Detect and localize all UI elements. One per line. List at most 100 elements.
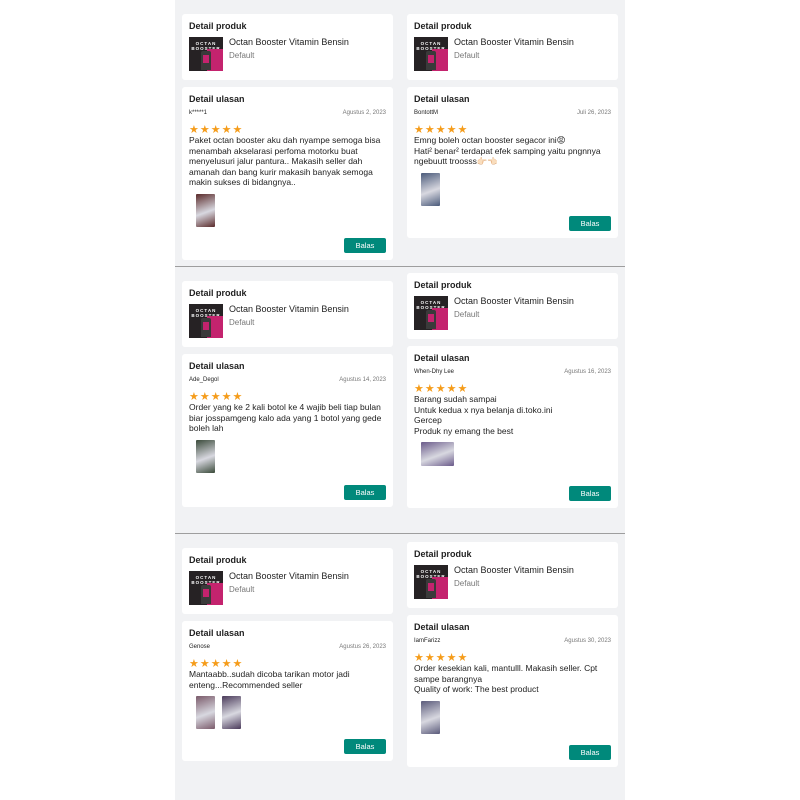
rating-stars: ★★★★★ <box>414 648 611 664</box>
product-thumbnail[interactable]: OCTAN BOOSTER <box>189 37 223 71</box>
product-info: Octan Booster Vitamin Bensin Default <box>454 296 574 319</box>
review-photo[interactable] <box>421 442 454 466</box>
product-name: Octan Booster Vitamin Bensin <box>229 304 349 314</box>
product-detail-card: Detail produk OCTAN BOOSTER Octan Booster … <box>182 14 393 80</box>
review-text: Barang sudah sampai Untuk kedua x nya be… <box>414 394 553 436</box>
review-text: Order kesekian kali, mantulll. Makasih s… <box>414 663 598 694</box>
bottle-icon <box>426 579 436 598</box>
review-header: Genose Agustus 26, 2023 <box>189 644 386 650</box>
section-divider <box>175 266 625 267</box>
bottle-icon <box>201 318 211 337</box>
review-photo[interactable] <box>196 439 215 473</box>
review-section-title: Detail ulasan <box>414 622 470 632</box>
reviewer-name: IamFarizz <box>414 638 441 644</box>
product-info: Octan Booster Vitamin Bensin Default <box>229 304 349 327</box>
review-header: Ade_Degol Agustus 14, 2023 <box>189 377 386 383</box>
review-photos <box>189 439 386 473</box>
review-date: Juli 26, 2023 <box>576 110 611 116</box>
reviewer-name: k*****1 <box>189 110 208 116</box>
product-thumbnail[interactable]: OCTAN BOOSTER <box>189 304 223 338</box>
review-text: Mantaabb..sudah dicoba tarikan motor jad… <box>189 669 350 690</box>
product-variant: Default <box>229 585 255 594</box>
review-detail-card: Detail ulasan IamFarizz Agustus 30, 2023 ★★… <box>407 615 618 767</box>
product-section-title: Detail produk <box>414 549 472 559</box>
product-info: Octan Booster Vitamin Bensin Default <box>229 37 349 60</box>
product-section-title: Detail produk <box>189 288 247 298</box>
product-thumbnail[interactable]: OCTAN BOOSTER <box>189 571 223 605</box>
product-detail-card: Detail produk OCTAN BOOSTER Octan Booster … <box>182 548 393 614</box>
review-detail-card: Detail ulasan Ade_Degol Agustus 14, 2023 ★★… <box>182 354 393 507</box>
product-thumbnail[interactable]: OCTAN BOOSTER <box>414 296 448 330</box>
bottle-icon <box>201 585 211 604</box>
rating-stars: ★★★★★ <box>414 120 611 136</box>
reply-button[interactable]: Balas <box>344 485 386 500</box>
product-info: Octan Booster Vitamin Bensin Default <box>229 571 349 594</box>
reviewer-name: Genose <box>189 644 211 650</box>
review-photos <box>414 172 611 206</box>
product-row[interactable]: OCTAN BOOSTER Octan Booster Vitamin Bensi… <box>189 571 386 605</box>
product-section-title: Detail produk <box>414 21 472 31</box>
rating-stars: ★★★★★ <box>414 379 611 395</box>
review-section-title: Detail ulasan <box>414 94 470 104</box>
product-row[interactable]: OCTAN BOOSTER Octan Booster Vitamin Bensi… <box>189 37 386 71</box>
review-date: Agustus 2, 2023 <box>342 110 386 116</box>
product-row[interactable]: OCTAN BOOSTER Octan Booster Vitamin Bensi… <box>189 304 386 338</box>
product-row[interactable]: OCTAN BOOSTER Octan Booster Vitamin Bensi… <box>414 37 611 71</box>
product-name: Octan Booster Vitamin Bensin <box>454 565 574 575</box>
review-header: When-Dhy Lee Agustus 16, 2023 <box>414 369 611 375</box>
review-text: Paket octan booster aku dah nyampe semog… <box>189 135 381 187</box>
reply-button[interactable]: Balas <box>569 216 611 231</box>
bottle-icon <box>426 51 436 70</box>
review-header: BontottM Juli 26, 2023 <box>414 110 611 116</box>
review-section-title: Detail ulasan <box>189 361 245 371</box>
review-date: Agustus 30, 2023 <box>564 638 611 644</box>
product-name: Octan Booster Vitamin Bensin <box>229 37 349 47</box>
rating-stars: ★★★★★ <box>189 120 386 136</box>
product-thumbnail[interactable]: OCTAN BOOSTER <box>414 565 448 599</box>
review-photos <box>189 696 386 729</box>
review-photo[interactable] <box>421 172 440 206</box>
product-detail-card: Detail produk OCTAN BOOSTER Octan Booster … <box>407 273 618 339</box>
product-info: Octan Booster Vitamin Bensin Default <box>454 37 574 60</box>
product-detail-card: Detail produk OCTAN BOOSTER Octan Booster … <box>182 281 393 347</box>
reply-button[interactable]: Balas <box>344 739 386 754</box>
reviewer-name: BontottM <box>414 110 439 116</box>
product-section-title: Detail produk <box>189 21 247 31</box>
reply-button[interactable]: Balas <box>569 745 611 760</box>
review-detail-card: Detail ulasan k*****1 Agustus 2, 2023 ★★★★★… <box>182 87 393 260</box>
rating-stars: ★★★★★ <box>189 387 386 403</box>
review-photo[interactable] <box>196 193 215 227</box>
product-thumbnail[interactable]: OCTAN BOOSTER <box>414 37 448 71</box>
product-detail-card: Detail produk OCTAN BOOSTER Octan Booster … <box>407 14 618 80</box>
review-detail-card: Detail ulasan Genose Agustus 26, 2023 ★★★★★… <box>182 621 393 761</box>
reply-button[interactable]: Balas <box>569 486 611 501</box>
review-photos <box>414 442 611 466</box>
product-section-title: Detail produk <box>414 280 472 290</box>
product-variant: Default <box>454 310 480 319</box>
product-name: Octan Booster Vitamin Bensin <box>229 571 349 581</box>
review-section-title: Detail ulasan <box>414 353 470 363</box>
reviewer-name: Ade_Degol <box>189 377 219 383</box>
review-header: k*****1 Agustus 2, 2023 <box>189 110 386 116</box>
product-info: Octan Booster Vitamin Bensin Default <box>454 565 574 588</box>
product-variant: Default <box>229 318 255 327</box>
product-variant: Default <box>454 51 480 60</box>
review-text: Order yang ke 2 kali botol ke 4 wajib be… <box>189 402 382 433</box>
bottle-icon <box>201 51 211 70</box>
review-photo[interactable] <box>421 700 440 734</box>
product-variant: Default <box>229 51 255 60</box>
review-photos <box>189 193 386 227</box>
section-divider <box>175 533 625 534</box>
review-section-title: Detail ulasan <box>189 94 245 104</box>
product-row[interactable]: OCTAN BOOSTER Octan Booster Vitamin Bensi… <box>414 296 611 330</box>
reply-button[interactable]: Balas <box>344 238 386 253</box>
product-variant: Default <box>454 579 480 588</box>
product-row[interactable]: OCTAN BOOSTER Octan Booster Vitamin Bensi… <box>414 565 611 599</box>
review-date: Agustus 26, 2023 <box>339 644 386 650</box>
review-photo[interactable] <box>222 696 241 729</box>
review-date: Agustus 16, 2023 <box>564 369 611 375</box>
review-photos <box>414 700 611 734</box>
review-detail-card: Detail ulasan When-Dhy Lee Agustus 16, 202… <box>407 346 618 508</box>
bottle-icon <box>426 310 436 329</box>
review-photo[interactable] <box>196 696 215 729</box>
